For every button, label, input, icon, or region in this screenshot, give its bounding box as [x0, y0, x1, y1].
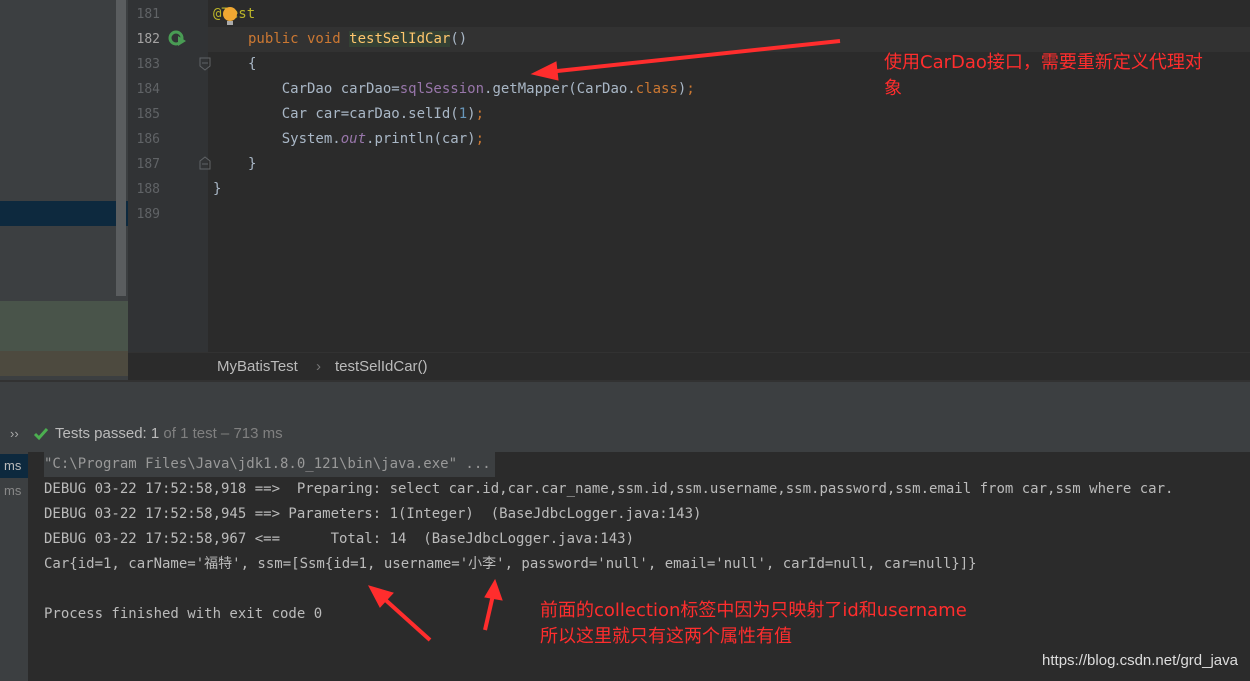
fold-icon[interactable] [198, 155, 212, 171]
lightbulb-icon[interactable] [220, 6, 240, 28]
line-number: 189 [136, 207, 160, 222]
console-line: Process finished with exit code 0 [44, 606, 323, 622]
breadcrumb-method[interactable]: testSelIdCar() [335, 358, 428, 375]
code-token: ; [475, 106, 485, 122]
code-line: System.out.println(car); [248, 127, 484, 152]
line-number: 186 [136, 132, 160, 147]
annotation-line: 使用CarDao接口，需要重新定义代理对 [884, 52, 1203, 73]
check-icon [33, 428, 49, 441]
project-highlight-row [0, 351, 128, 376]
line-number: 184 [136, 82, 160, 97]
test-item[interactable]: ms [0, 479, 25, 502]
breadcrumb-class[interactable]: MyBatisTest [217, 358, 298, 375]
watermark: https://blog.csdn.net/grd_java [1042, 652, 1238, 669]
code-token: class [635, 81, 678, 97]
code-token: .println(car) [366, 131, 476, 147]
line-number: 182 [136, 32, 160, 47]
arrowhead [484, 578, 503, 601]
test-item[interactable]: ms [0, 454, 28, 478]
code-token: sqlSession [399, 81, 485, 97]
run-test-icon[interactable] [168, 30, 188, 48]
annotation-line: 象 [884, 78, 902, 99]
code-token: CarDao carDao= [248, 81, 400, 97]
chevron-right-icon: › [316, 358, 321, 375]
tests-passed-count: 1 [150, 425, 160, 442]
line-number: 187 [136, 157, 160, 172]
code-token: 1 [458, 106, 468, 122]
code-token: { [248, 56, 257, 72]
code-line: Car car=carDao.selId(1); [248, 102, 484, 127]
code-token: ) [467, 106, 476, 122]
line-number: 188 [136, 182, 160, 197]
console-line: "C:\Program Files\Java\jdk1.8.0_121\bin\… [44, 452, 495, 477]
code-token: () [450, 31, 468, 47]
breadcrumb: MyBatisTest › testSelIdCar() [128, 352, 1250, 380]
fold-icon[interactable] [198, 56, 212, 72]
tests-passed-label: Tests passed: [55, 425, 151, 442]
code-token: Car car=carDao.selId( [248, 106, 459, 122]
project-selected-row[interactable] [0, 201, 128, 226]
code-token: testSelIdCar [349, 31, 451, 47]
console-line: DEBUG 03-22 17:52:58,918 ==> Preparing: … [44, 481, 1174, 497]
code-line: } [213, 177, 221, 202]
arrowhead [368, 585, 394, 608]
console-line: DEBUG 03-22 17:52:58,967 <== Total: 14 (… [44, 531, 635, 547]
annotation-line: 所以这里就只有这两个属性有值 [540, 626, 792, 647]
test-tree: ms ms [0, 452, 28, 681]
code-token: ; [475, 131, 485, 147]
console-line: DEBUG 03-22 17:52:58,945 ==> Parameters:… [44, 506, 702, 522]
test-results-toolbar: ›› Tests passed: 1 of 1 test – 713 ms [0, 380, 1250, 452]
annotation-line: 前面的collection标签中因为只映射了id和username [540, 600, 967, 621]
annotation-bottom: 前面的collection标签中因为只映射了id和username 所以这里就只有… [540, 596, 967, 648]
code-token: } [213, 181, 222, 197]
line-number: 185 [136, 107, 160, 122]
code-line: } [248, 152, 256, 177]
code-token: out [340, 131, 367, 147]
arrow [483, 594, 495, 631]
code-line: CarDao carDao=sqlSession.getMapper(CarDa… [248, 77, 695, 102]
tests-status: Tests passed: 1 of 1 test – 713 ms [55, 425, 283, 442]
code-line: public void testSelIdCar() [248, 27, 467, 52]
code-token: System. [248, 131, 341, 147]
code-line: { [248, 52, 256, 77]
code-token: public void [248, 31, 350, 47]
line-number: 181 [136, 7, 160, 22]
tests-summary: of 1 test – 713 ms [159, 425, 283, 442]
line-number: 183 [136, 57, 160, 72]
project-scrollbar[interactable] [116, 0, 126, 296]
project-highlight-row [0, 301, 128, 351]
code-token: .getMapper(CarDao. [484, 81, 636, 97]
annotation-top: 使用CarDao接口，需要重新定义代理对象 [884, 48, 1203, 100]
expand-icon[interactable]: ›› [10, 426, 19, 441]
code-token: ; [686, 81, 695, 97]
code-token: } [248, 156, 257, 172]
console-line: Car{id=1, carName='福特', ssm=[Ssm{id=1, u… [44, 556, 977, 572]
arrow [378, 593, 432, 642]
